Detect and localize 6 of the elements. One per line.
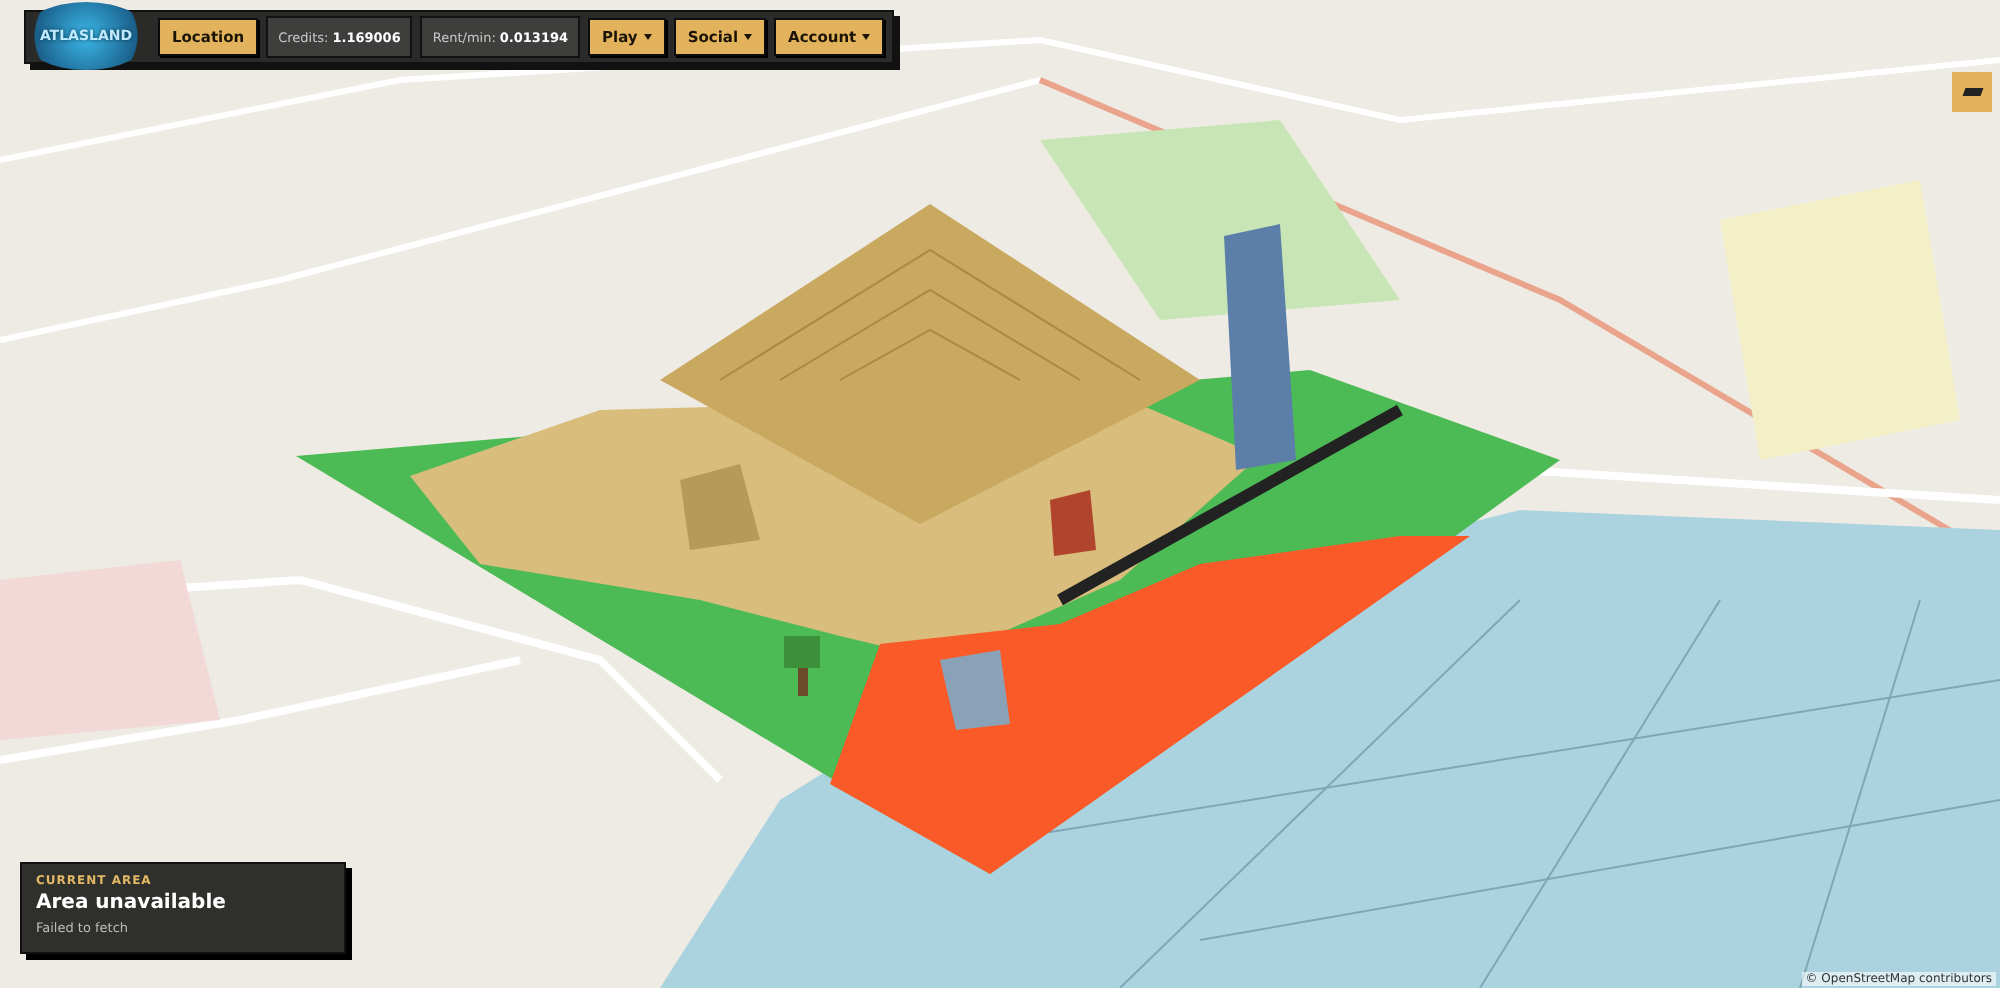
panel-toggle-button[interactable] xyxy=(1952,72,1992,112)
caret-icon xyxy=(643,34,652,40)
caret-icon xyxy=(744,34,753,40)
3d-map-drawing[interactable] xyxy=(0,0,2000,988)
caret-icon xyxy=(862,34,871,40)
area-title: Area unavailable xyxy=(36,892,228,914)
